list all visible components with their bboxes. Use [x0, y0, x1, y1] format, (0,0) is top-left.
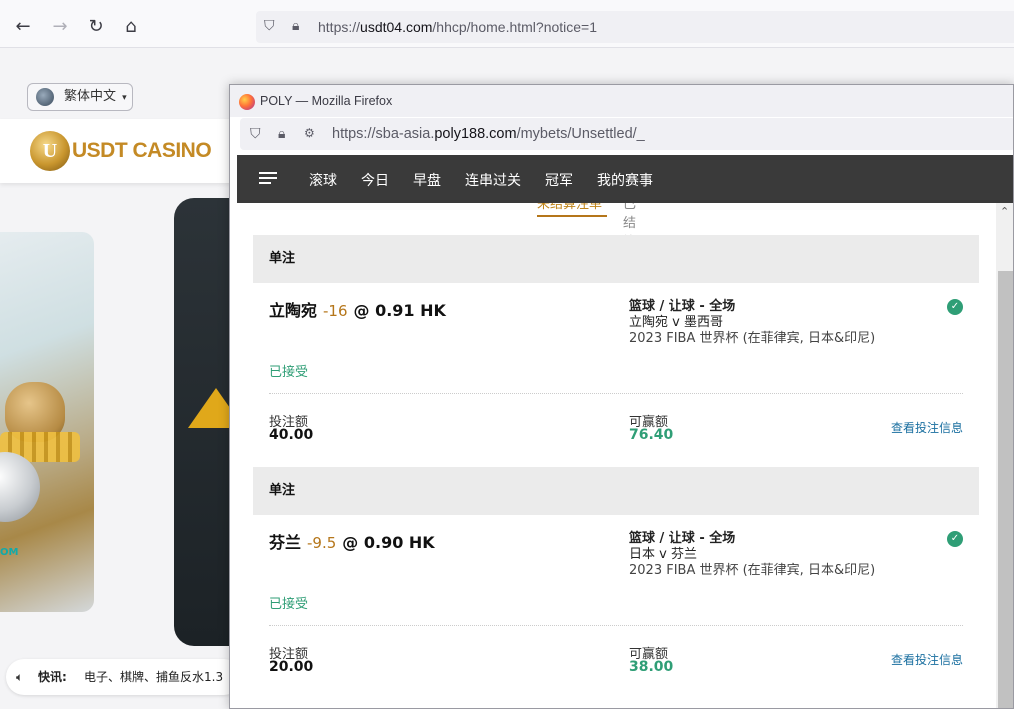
news-ticker: 🔈︎ 快讯: 电子、棋牌、捕鱼反水1.3: [6, 659, 242, 695]
language-selector[interactable]: 繁体中文 ▾: [27, 83, 133, 111]
casino-logo-icon: U: [30, 131, 70, 171]
lock-icon: 🔒︎: [278, 126, 286, 142]
reload-icon[interactable]: ↻: [85, 16, 107, 38]
tab-parlay[interactable]: 连串过关: [465, 170, 521, 190]
win-value: 38.00: [629, 659, 674, 675]
ticker-message: 电子、棋牌、捕鱼反水1.3: [84, 670, 224, 684]
league-name: 2023 FIBA 世界杯 (在菲律宾, 日本&印尼): [629, 331, 876, 346]
casino-header: U USDT CASINO: [0, 119, 232, 183]
url-text: https://sba-asia.poly188.com/mybets/Unse…: [332, 126, 645, 142]
bet-card: 立陶宛 -16 @ 0.91 HK 篮球 / 让球 - 全场 立陶宛 v 墨西哥 2…: [253, 283, 979, 467]
league-name: 2023 FIBA 世界杯 (在菲律宾, 日本&印尼): [629, 563, 876, 578]
window-title: POLY — Mozilla Firefox: [260, 94, 393, 108]
firefox-logo-icon: [239, 94, 255, 110]
caret-down-icon: ▾: [122, 93, 127, 103]
tab-outright[interactable]: 冠军: [545, 170, 573, 190]
scroll-up-arrow-icon[interactable]: ⌃: [1000, 205, 1009, 218]
selection-team: 立陶宛: [269, 301, 318, 320]
tab-live[interactable]: 滚球: [309, 170, 337, 190]
shield-icon: ⛉: [264, 18, 275, 34]
bet-market-info: 篮球 / 让球 - 全场 立陶宛 v 墨西哥 2023 FIBA 世界杯 (在菲…: [629, 299, 875, 347]
firefox-window: POLY — Mozilla Firefox ⛉ 🔒︎ ⚙︎ https://s…: [229, 84, 1014, 709]
bet-market-info: 篮球 / 让球 - 全场 日本 v 芬兰 2023 FIBA 世界杯 (在菲律宾…: [629, 531, 875, 579]
bet-status: 已接受: [269, 597, 309, 612]
view-bet-details-link[interactable]: 查看投注信息: [891, 419, 963, 436]
stake-value: 20.00: [269, 659, 314, 675]
bet-selection: 芬兰 -9.5 @ 0.90 HK: [269, 529, 435, 553]
check-circle-icon: ✓: [947, 531, 963, 547]
url-bar[interactable]: ⛉ 🔒︎ ⚙︎ https://sba-asia.poly188.com/myb…: [240, 118, 1013, 150]
market-type: 篮球 / 让球 - 全场: [629, 299, 736, 314]
bet-card: 芬兰 -9.5 @ 0.90 HK 篮球 / 让球 - 全场 日本 v 芬兰 202…: [253, 515, 979, 699]
bets-content: 未结算注单 已结算注单 单注 立陶宛-16@ 0.91 HK 篮球 / 让球 -…: [237, 203, 997, 708]
tab-my-events[interactable]: 我的赛事: [597, 170, 653, 190]
tab-today[interactable]: 今日: [361, 170, 389, 190]
lock-icon: 🔒︎: [292, 18, 300, 34]
speaker-icon: 🔈︎: [16, 670, 24, 684]
match-teams: 立陶宛 v 墨西哥: [629, 315, 723, 330]
tab-unsettled[interactable]: 未结算注单: [537, 203, 607, 217]
bet-status: 已接受: [269, 365, 309, 380]
home-icon[interactable]: ⌂: [120, 16, 142, 38]
ticker-label: 快讯:: [38, 670, 67, 684]
shield-icon: ⛉: [250, 126, 261, 142]
bet-type-header: 单注: [253, 235, 979, 283]
back-arrow-icon[interactable]: ←: [12, 16, 34, 38]
silver-coin-icon: [0, 452, 40, 522]
divider: [269, 393, 963, 394]
language-label: 繁体中文: [64, 89, 117, 104]
window-titlebar[interactable]: POLY — Mozilla Firefox: [230, 85, 1013, 117]
background-url-text: https://usdt04.com/hhcp/home.html?notice…: [318, 19, 598, 35]
globe-icon: [36, 88, 54, 106]
market-type: 篮球 / 让球 - 全场: [629, 531, 736, 546]
casino-logo-text: USDT CASINO: [72, 139, 212, 162]
handicap: -9.5: [307, 534, 337, 552]
divider: [269, 625, 963, 626]
background-browser-toolbar: ← → ↻ ⌂ ⛉ 🔒︎ https://usdt04.com/hhcp/hom…: [0, 0, 1014, 48]
promo-partial-text: OM: [0, 547, 19, 558]
bet-selection: 立陶宛 -16 @ 0.91 HK: [269, 297, 446, 321]
odds: @ 0.90 HK: [342, 533, 435, 552]
match-teams: 日本 v 芬兰: [629, 547, 697, 562]
scrollbar-thumb[interactable]: [998, 271, 1013, 708]
selection-team: 芬兰: [269, 533, 302, 552]
scrollbar[interactable]: ⌃: [996, 203, 1013, 708]
hamburger-menu-icon[interactable]: [259, 172, 277, 186]
forward-arrow-icon[interactable]: →: [49, 16, 71, 38]
odds: @ 0.91 HK: [353, 301, 446, 320]
win-value: 76.40: [629, 427, 674, 443]
check-circle-icon: ✓: [947, 299, 963, 315]
stake-value: 40.00: [269, 427, 314, 443]
permissions-icon[interactable]: ⚙︎: [304, 126, 315, 140]
handicap: -16: [323, 302, 348, 320]
background-url-bar[interactable]: ⛉ 🔒︎ https://usdt04.com/hhcp/home.html?n…: [256, 11, 1014, 43]
promo-banner-left[interactable]: OM: [0, 232, 94, 612]
view-bet-details-link[interactable]: 查看投注信息: [891, 651, 963, 668]
site-nav-bar: 滚球 今日 早盘 连串过关 冠军 我的赛事: [237, 155, 1013, 203]
bet-type-header: 单注: [253, 467, 979, 515]
tab-early[interactable]: 早盘: [413, 170, 441, 190]
